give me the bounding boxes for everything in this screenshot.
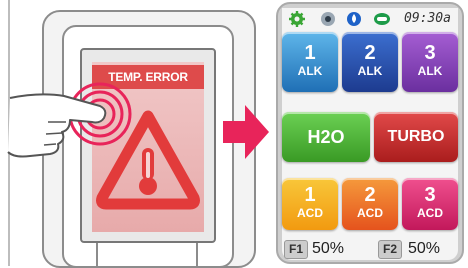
button-label: ACD [417, 206, 443, 220]
turbo-button[interactable]: TURBO [374, 112, 458, 162]
alkaline-2-button[interactable]: 2 ALK [342, 32, 398, 92]
acid-2-button[interactable]: 2 ACD [342, 178, 398, 230]
button-label: ACD [357, 206, 383, 220]
filter-icon [374, 13, 390, 25]
alkaline-1-button[interactable]: 1 ALK [282, 32, 338, 92]
filter-2-tag: F2 [378, 240, 402, 259]
button-label: ALK [357, 64, 383, 78]
button-number: 3 [424, 42, 436, 64]
button-number: 3 [424, 184, 436, 206]
button-number: 2 [364, 184, 376, 206]
button-number: 1 [304, 42, 316, 64]
filter-1-value: 50% [312, 240, 345, 257]
filter-1-tag: F1 [284, 240, 308, 259]
eye-icon [321, 12, 335, 26]
water-drop-icon [347, 12, 361, 26]
right-arrow-icon [223, 105, 269, 159]
filter-2-value: 50% [408, 240, 441, 257]
gear-icon [289, 11, 305, 27]
hand-pointer-icon [7, 82, 132, 158]
alkaline-3-button[interactable]: 3 ALK [402, 32, 458, 92]
filter-status-bar: F1 50% F2 50% [282, 238, 458, 260]
button-number: 2 [364, 42, 376, 64]
status-icons [289, 11, 390, 27]
thermometer-icon [139, 148, 157, 195]
acid-1-button[interactable]: 1 ACD [282, 178, 338, 230]
button-label: ALK [417, 64, 443, 78]
acid-3-button[interactable]: 3 ACD [402, 178, 458, 230]
button-number: 1 [304, 184, 316, 206]
h2o-button[interactable]: H2O [282, 112, 370, 162]
button-label: ACD [297, 206, 323, 220]
clock-time: 09:30a [404, 11, 451, 26]
button-label: ALK [297, 64, 323, 78]
